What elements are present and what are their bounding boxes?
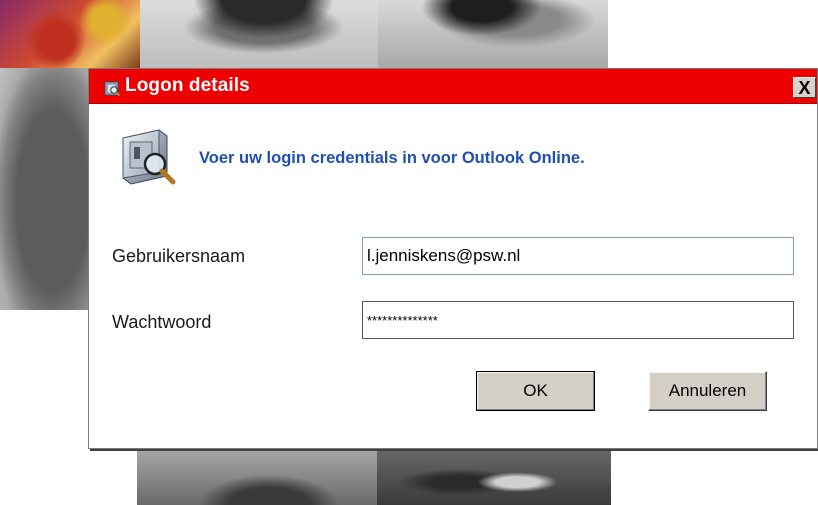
dialog-title: Logon details — [125, 75, 250, 96]
background-photo — [140, 0, 378, 68]
cancel-button[interactable]: Annuleren — [648, 371, 767, 411]
close-button[interactable]: X — [793, 77, 816, 98]
dialog-titlebar[interactable]: Logon details X — [89, 69, 817, 104]
safe-icon — [104, 80, 121, 97]
background-photo — [378, 0, 608, 68]
ok-button[interactable]: OK — [476, 371, 595, 411]
dialog-message: Voer uw login credentials in voor Outloo… — [199, 149, 585, 167]
username-label: Gebruikersnaam — [112, 246, 246, 266]
username-field[interactable] — [362, 237, 794, 275]
background-photo — [377, 448, 611, 505]
background-photo — [0, 68, 88, 310]
background-photo — [0, 0, 140, 68]
password-field[interactable] — [362, 301, 794, 339]
password-label: Wachtwoord — [112, 312, 212, 332]
logon-dialog: Logon details X Voer uw login credential… — [88, 68, 818, 449]
background-photo — [137, 448, 377, 505]
safe-search-icon — [115, 124, 183, 192]
close-icon: X — [798, 77, 811, 98]
